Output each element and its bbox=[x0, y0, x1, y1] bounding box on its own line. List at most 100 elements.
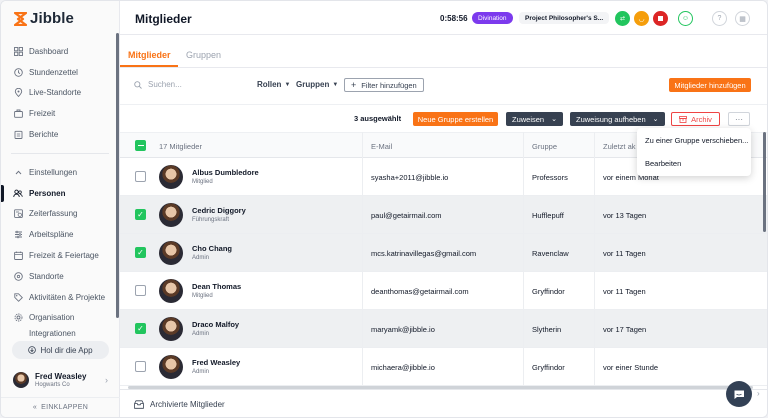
project-chip[interactable]: Project Philosopher's S... bbox=[519, 12, 610, 24]
column-header-members[interactable]: 17 Mitglieder bbox=[159, 142, 202, 151]
sidebar-item-label: Live-Standorte bbox=[29, 88, 82, 98]
chat-support-button[interactable] bbox=[726, 381, 752, 407]
sidebar-item-label: Berichte bbox=[29, 130, 59, 140]
new-group-button[interactable]: Neue Gruppe erstellen bbox=[413, 112, 498, 126]
get-app-button[interactable]: Hol dir die App bbox=[12, 341, 109, 359]
sidebar-item-label: Freizeit & Feiertage bbox=[29, 251, 99, 261]
sidebar-settings-toggle[interactable]: Einstellungen bbox=[1, 162, 120, 183]
member-name[interactable]: Cho Chang bbox=[192, 244, 232, 253]
sidebar-item-time-off-holidays[interactable]: Freizeit & Feiertage bbox=[1, 245, 120, 266]
collapse-sidebar-button[interactable]: « EINKLAPPEN bbox=[1, 397, 120, 417]
sidebar-item-integrations[interactable]: Integrationen bbox=[1, 328, 120, 338]
row-checkbox[interactable]: ✓ bbox=[135, 247, 146, 258]
table-row[interactable]: ✓ Cedric Diggory Führungskraft paul@geta… bbox=[120, 196, 767, 234]
stop-icon bbox=[658, 16, 663, 21]
page-title: Mitglieder bbox=[135, 12, 192, 26]
table-row[interactable]: Dean Thomas Mitglied deanthomas@getairma… bbox=[120, 272, 767, 310]
more-actions-button[interactable]: ··· bbox=[728, 112, 750, 126]
roles-filter[interactable]: Rollen ▼ bbox=[257, 80, 290, 89]
member-name[interactable]: Cedric Diggory bbox=[192, 206, 246, 215]
break-button[interactable]: ◡ bbox=[634, 11, 649, 26]
row-checkbox[interactable] bbox=[135, 361, 146, 372]
sidebar-item-people[interactable]: Personen bbox=[1, 183, 120, 204]
member-name[interactable]: Albus Dumbledore bbox=[192, 168, 259, 177]
table-row[interactable]: ✓ Cho Chang Admin mcs.katrinavillegas@gm… bbox=[120, 234, 767, 272]
member-group: Hufflepuff bbox=[532, 211, 564, 220]
brand-name: Jibble bbox=[30, 10, 74, 27]
selected-count: 3 ausgewählt bbox=[354, 114, 402, 123]
activity-badge[interactable]: Divination bbox=[472, 12, 513, 24]
assign-button[interactable]: Zuweisen ⌄ bbox=[506, 112, 563, 126]
menu-item-edit[interactable]: Bearbeiten bbox=[645, 159, 681, 168]
member-role: Führungskraft bbox=[192, 217, 230, 223]
row-checkbox[interactable] bbox=[135, 285, 146, 296]
avatar bbox=[159, 355, 183, 379]
column-divider bbox=[594, 132, 595, 386]
member-email: syasha+2011@jibble.io bbox=[371, 173, 449, 182]
tab-groups[interactable]: Gruppen bbox=[186, 50, 221, 60]
plug-icon bbox=[13, 328, 23, 338]
column-divider bbox=[362, 132, 363, 386]
sidebar-item-time-tracking[interactable]: Zeiterfassung bbox=[1, 204, 120, 225]
chevron-up-icon bbox=[13, 167, 23, 177]
tab-members[interactable]: Mitglieder bbox=[128, 50, 171, 60]
more-actions-menu: Zu einer Gruppe verschieben... Bearbeite… bbox=[637, 128, 751, 176]
table-scrollbar[interactable] bbox=[763, 132, 766, 232]
sidebar-item-organization[interactable]: Organisation bbox=[1, 308, 120, 329]
sidebar-item-timesheets[interactable]: Stundenzettel bbox=[1, 62, 120, 83]
search-field[interactable]: Suchen... bbox=[134, 80, 182, 89]
help-button[interactable]: ? bbox=[712, 11, 727, 26]
user-status-button[interactable]: ☺ bbox=[678, 11, 693, 26]
select-all-checkbox[interactable] bbox=[135, 140, 146, 151]
sidebar-item-label: Freizeit bbox=[29, 109, 56, 119]
sidebar: Jibble Dashboard Stundenzettel Live-Stan… bbox=[1, 1, 120, 417]
timer-display: 0:58:56 bbox=[440, 14, 468, 23]
app-window: Jibble Dashboard Stundenzettel Live-Stan… bbox=[0, 0, 768, 418]
column-header-email[interactable]: E-Mail bbox=[371, 142, 392, 151]
jibble-logo-icon bbox=[14, 11, 27, 26]
check-icon: ✓ bbox=[137, 209, 144, 219]
sidebar-scrollbar[interactable] bbox=[116, 33, 119, 318]
logo[interactable]: Jibble bbox=[14, 10, 74, 27]
member-role: Admin bbox=[192, 369, 210, 375]
column-divider bbox=[523, 132, 524, 386]
column-header-last-active[interactable]: Zuletzt ak bbox=[603, 142, 636, 151]
row-checkbox[interactable]: ✓ bbox=[135, 323, 146, 334]
row-checkbox[interactable]: ✓ bbox=[135, 209, 146, 220]
member-name[interactable]: Draco Malfoy bbox=[192, 320, 239, 329]
sidebar-item-time-off[interactable]: Freizeit bbox=[1, 103, 120, 124]
table-row[interactable]: ✓ Draco Malfoy Admin maryamk@jibble.io S… bbox=[120, 310, 767, 348]
search-placeholder: Suchen... bbox=[148, 80, 182, 89]
menu-item-move-to-group[interactable]: Zu einer Gruppe verschieben... bbox=[645, 136, 748, 145]
apps-button[interactable]: ▦ bbox=[735, 11, 750, 26]
chat-icon bbox=[734, 390, 744, 399]
member-name[interactable]: Fred Weasley bbox=[192, 358, 240, 367]
roles-filter-label: Rollen bbox=[257, 80, 282, 89]
switch-activity-button[interactable]: ⇄ bbox=[615, 11, 630, 26]
sidebar-item-dashboard[interactable]: Dashboard bbox=[1, 41, 120, 62]
archive-button[interactable]: Archiv bbox=[671, 112, 720, 126]
avatar bbox=[13, 372, 29, 388]
sidebar-item-label: Zeiterfassung bbox=[29, 209, 78, 219]
add-members-button[interactable]: Mitglieder hinzufügen bbox=[669, 78, 751, 92]
sidebar-item-schedules[interactable]: Arbeitspläne bbox=[1, 224, 120, 245]
add-filter-button[interactable]: + Filter hinzufügen bbox=[344, 78, 424, 92]
column-header-group[interactable]: Gruppe bbox=[532, 142, 557, 151]
unassign-button[interactable]: Zuweisung aufheben ⌄ bbox=[570, 112, 665, 126]
sidebar-item-reports[interactable]: Berichte bbox=[1, 124, 120, 145]
user-menu[interactable]: Fred Weasley Hogwarts Co › bbox=[1, 365, 120, 395]
sidebar-item-activities-projects[interactable]: Aktivitäten & Projekte bbox=[1, 287, 120, 308]
groups-filter[interactable]: Gruppen ▼ bbox=[296, 80, 338, 89]
chevron-right-icon[interactable]: › bbox=[757, 389, 760, 398]
pin-icon bbox=[13, 88, 23, 98]
tabs-bar: Mitglieder Gruppen bbox=[120, 35, 767, 68]
row-checkbox[interactable] bbox=[135, 171, 146, 182]
member-group: Slytherin bbox=[532, 325, 562, 334]
table-row[interactable]: Fred Weasley Admin michaera@jibble.io Gr… bbox=[120, 348, 767, 386]
sidebar-item-locations[interactable]: Standorte bbox=[1, 266, 120, 287]
archived-members-link[interactable]: Archivierte Mitglieder bbox=[120, 389, 767, 417]
user-org: Hogwarts Co bbox=[35, 382, 70, 388]
member-name[interactable]: Dean Thomas bbox=[192, 282, 241, 291]
stop-timer-button[interactable] bbox=[653, 11, 668, 26]
sidebar-item-live-locations[interactable]: Live-Standorte bbox=[1, 83, 120, 104]
